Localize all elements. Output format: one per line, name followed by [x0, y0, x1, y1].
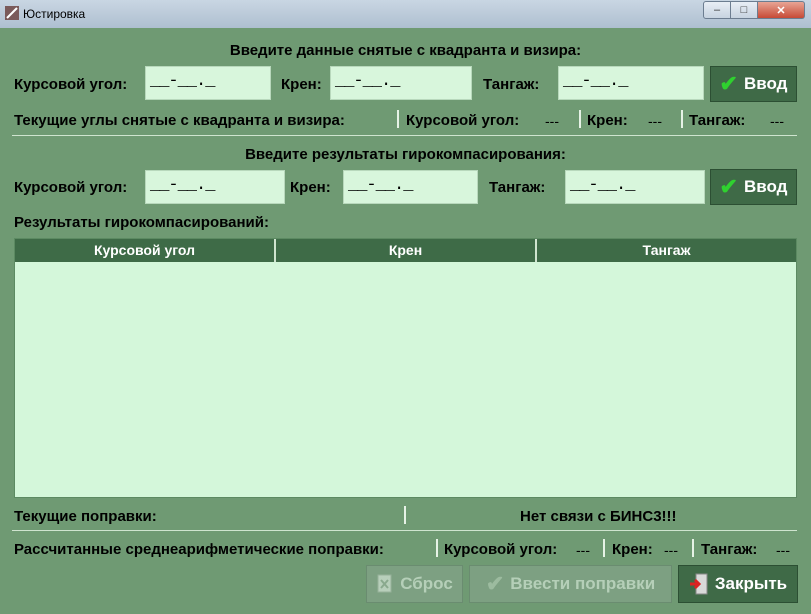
column-header-pitch[interactable]: Тангаж — [537, 239, 796, 262]
table-header: Курсовой угол Крен Тангаж — [15, 239, 796, 262]
checkmark-icon: ✔ — [719, 174, 738, 199]
current-pitch-label: Тангаж: — [689, 112, 746, 129]
current-roll-label: Крен: — [587, 112, 628, 129]
course-label-2: Курсовой угол: — [14, 179, 128, 196]
window-controls: – □ ✕ — [703, 1, 805, 20]
divider — [681, 110, 683, 128]
apply-corrections-button[interactable]: ✔ Ввести поправки — [469, 565, 672, 603]
current-roll-value: --- — [648, 113, 662, 129]
maximize-icon: □ — [740, 4, 748, 16]
enter-button-2-label: Ввод — [743, 177, 788, 196]
checkmark-icon: ✔ — [719, 71, 738, 96]
exit-icon — [689, 573, 708, 595]
roll-label-2: Крен: — [290, 179, 331, 196]
current-corrections-label: Текущие поправки: — [14, 508, 157, 525]
course-input-2[interactable]: __-__._ — [145, 170, 285, 204]
pitch-label-1: Тангаж: — [483, 76, 540, 93]
current-pitch-value: --- — [770, 113, 784, 129]
close-window-button[interactable]: ✕ — [758, 1, 805, 19]
divider — [692, 539, 694, 557]
reset-button[interactable]: Сброс — [366, 565, 463, 603]
apply-corrections-label: Ввести поправки — [510, 574, 656, 593]
roll-input-2[interactable]: __-__._ — [343, 170, 478, 204]
section2-heading: Введите результаты гирокомпасирования: — [245, 146, 566, 163]
separator — [12, 135, 797, 136]
avg-course-label: Курсовой угол: — [444, 541, 558, 558]
close-button-label: Закрыть — [714, 574, 788, 593]
divider — [404, 506, 406, 524]
column-header-roll[interactable]: Крен — [276, 239, 537, 262]
app-icon — [5, 6, 19, 20]
column-header-course[interactable]: Курсовой угол — [15, 239, 276, 262]
avg-pitch-label: Тангаж: — [701, 541, 758, 558]
enter-button-2[interactable]: ✔ Ввод — [710, 169, 797, 205]
roll-label-1: Крен: — [281, 76, 322, 93]
section1-heading: Введите данные снятые с квадранта и визи… — [229, 42, 582, 59]
divider — [397, 110, 399, 128]
checkmark-icon: ✔ — [485, 571, 505, 596]
avg-pitch-value: --- — [776, 542, 790, 558]
divider — [579, 110, 581, 128]
reset-button-label: Сброс — [400, 574, 453, 593]
dialog-body: Введите данные снятые с квадранта и визи… — [0, 28, 811, 614]
pitch-label-2: Тангаж: — [489, 179, 546, 196]
current-angles-label: Текущие углы снятые с квадранта и визира… — [14, 112, 345, 129]
avg-roll-label: Крен: — [612, 541, 653, 558]
maximize-button[interactable]: □ — [731, 1, 758, 19]
close-icon: ✕ — [776, 4, 786, 17]
reset-icon — [377, 574, 392, 593]
avg-roll-value: --- — [664, 542, 678, 558]
minimize-button[interactable]: – — [703, 1, 731, 19]
close-button[interactable]: Закрыть — [678, 565, 798, 603]
separator — [12, 530, 797, 531]
enter-button-1[interactable]: ✔ Ввод — [710, 66, 797, 102]
results-table[interactable]: Курсовой угол Крен Тангаж — [14, 238, 797, 498]
current-course-value: --- — [545, 113, 559, 129]
divider — [603, 539, 605, 557]
course-label-1: Курсовой угол: — [14, 76, 128, 93]
enter-button-1-label: Ввод — [743, 74, 788, 93]
pitch-input-1[interactable]: __-__._ — [558, 66, 704, 100]
current-course-label: Курсовой угол: — [406, 112, 520, 129]
averages-label: Рассчитанные среднеарифметические поправ… — [14, 541, 384, 558]
title-bar: Юстировка – □ ✕ — [0, 0, 811, 29]
results-label: Результаты гирокомпасирований: — [14, 214, 269, 231]
avg-course-value: --- — [576, 542, 590, 558]
pitch-input-2[interactable]: __-__._ — [565, 170, 705, 204]
connection-status: Нет связи с БИНС3!!! — [520, 508, 677, 525]
window-title: Юстировка — [23, 7, 86, 21]
course-input-1[interactable]: __-__._ — [145, 66, 271, 100]
divider — [436, 539, 438, 557]
minimize-icon: – — [713, 4, 721, 16]
roll-input-1[interactable]: __-__._ — [330, 66, 472, 100]
